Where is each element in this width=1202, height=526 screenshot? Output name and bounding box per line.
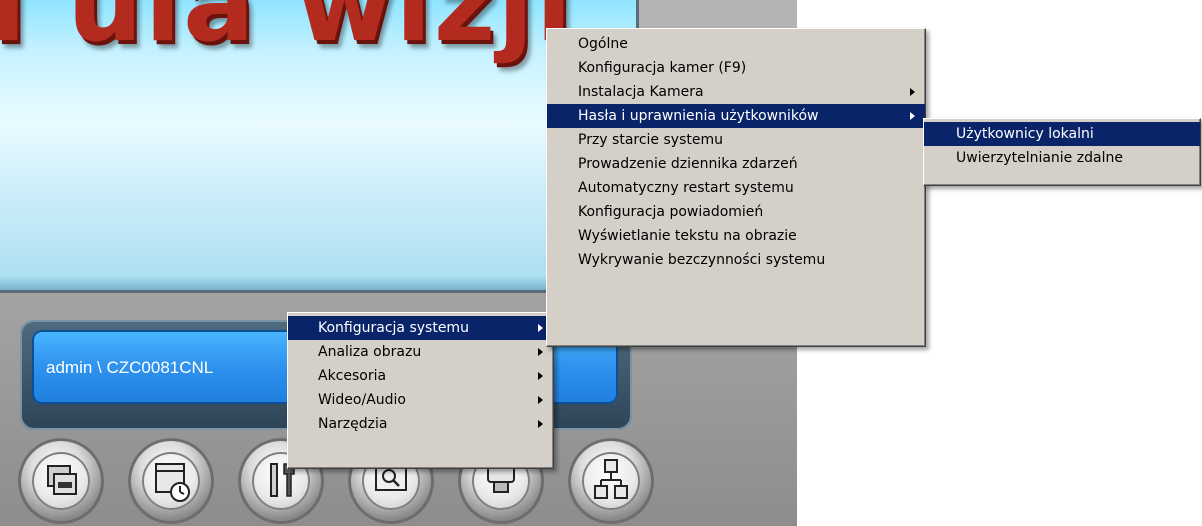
menu-item-local-users[interactable]: Użytkownicy lokalni <box>924 122 1200 146</box>
menu-item-label: Uwierzytelnianie zdalne <box>956 150 1123 166</box>
calendar-schedule-icon <box>155 463 190 502</box>
main-context-menu: Konfiguracja systemu Analiza obrazu Akce… <box>287 312 554 469</box>
menu-item-startup[interactable]: Przy starcie systemu <box>547 128 925 152</box>
menu-item-label: Ogólne <box>578 36 628 52</box>
menu-item-camera-install[interactable]: Instalacja Kamera <box>547 80 925 104</box>
submenu-arrow-icon <box>538 420 543 428</box>
video-preview[interactable]: i ula wizji <box>0 0 639 293</box>
menu-item-label: Konfiguracja powiadomień <box>578 204 764 220</box>
menu-item-label: Przy starcie systemu <box>578 132 723 148</box>
logo-text: i ula wizji <box>0 0 575 65</box>
menu-item-label: Narzędzia <box>318 416 388 432</box>
users-submenu: Użytkownicy lokalni Uwierzytelnianie zda… <box>923 118 1201 186</box>
menu-item-user-passwords[interactable]: Hasła i uprawnienia użytkowników <box>547 104 925 128</box>
video-playback-button[interactable] <box>18 438 104 524</box>
menu-item-label: Wideo/Audio <box>318 392 406 408</box>
submenu-arrow-icon <box>538 324 543 332</box>
menu-item-idle-detection[interactable]: Wykrywanie bezczynności systemu <box>547 248 925 272</box>
menu-item-notifications[interactable]: Konfiguracja powiadomień <box>547 200 925 224</box>
menu-item-text-overlay[interactable]: Wyświetlanie tekstu na obrazie <box>547 224 925 248</box>
menu-item-label: Analiza obrazu <box>318 344 422 360</box>
submenu-arrow-icon <box>538 348 543 356</box>
menu-item-label: Wyświetlanie tekstu na obrazie <box>578 228 797 244</box>
menu-item-general[interactable]: Ogólne <box>547 32 925 56</box>
user-label: admin \ CZC0081CNL <box>46 358 214 377</box>
menu-item-image-analysis[interactable]: Analiza obrazu <box>288 340 553 364</box>
menu-item-label: Prowadzenie dziennika zdarzeń <box>578 156 798 172</box>
submenu-arrow-icon <box>910 112 915 120</box>
submenu-arrow-icon <box>910 88 915 96</box>
network-icon <box>594 459 628 499</box>
menu-item-remote-auth[interactable]: Uwierzytelnianie zdalne <box>924 146 1200 170</box>
menu-item-label: Hasła i uprawnienia użytkowników <box>578 108 819 124</box>
menu-item-camera-config[interactable]: Konfiguracja kamer (F9) <box>547 56 925 80</box>
menu-item-label: Instalacja Kamera <box>578 84 704 100</box>
menu-item-video-audio[interactable]: Wideo/Audio <box>288 388 553 412</box>
menu-item-label: Konfiguracja kamer (F9) <box>578 60 747 76</box>
schedule-button[interactable] <box>128 438 214 524</box>
menu-item-label: Wykrywanie bezczynności systemu <box>578 252 826 268</box>
menu-item-system-config[interactable]: Konfiguracja systemu <box>288 316 553 340</box>
menu-item-accessories[interactable]: Akcesoria <box>288 364 553 388</box>
menu-item-label: Użytkownicy lokalni <box>956 126 1094 142</box>
submenu-arrow-icon <box>538 396 543 404</box>
menu-item-label: Akcesoria <box>318 368 387 384</box>
menu-item-label: Konfiguracja systemu <box>318 320 469 336</box>
submenu-arrow-icon <box>538 372 543 380</box>
menu-item-event-log[interactable]: Prowadzenie dziennika zdarzeń <box>547 152 925 176</box>
menu-item-label: Automatyczny restart systemu <box>578 180 794 196</box>
system-config-submenu: Ogólne Konfiguracja kamer (F9) Instalacj… <box>546 28 926 347</box>
video-playback-icon <box>47 465 77 495</box>
menu-item-tools[interactable]: Narzędzia <box>288 412 553 436</box>
menu-item-auto-restart[interactable]: Automatyczny restart systemu <box>547 176 925 200</box>
network-button[interactable] <box>568 438 654 524</box>
screen: i ula wizji admin \ CZC0081CNL Konfigura… <box>0 0 1202 526</box>
